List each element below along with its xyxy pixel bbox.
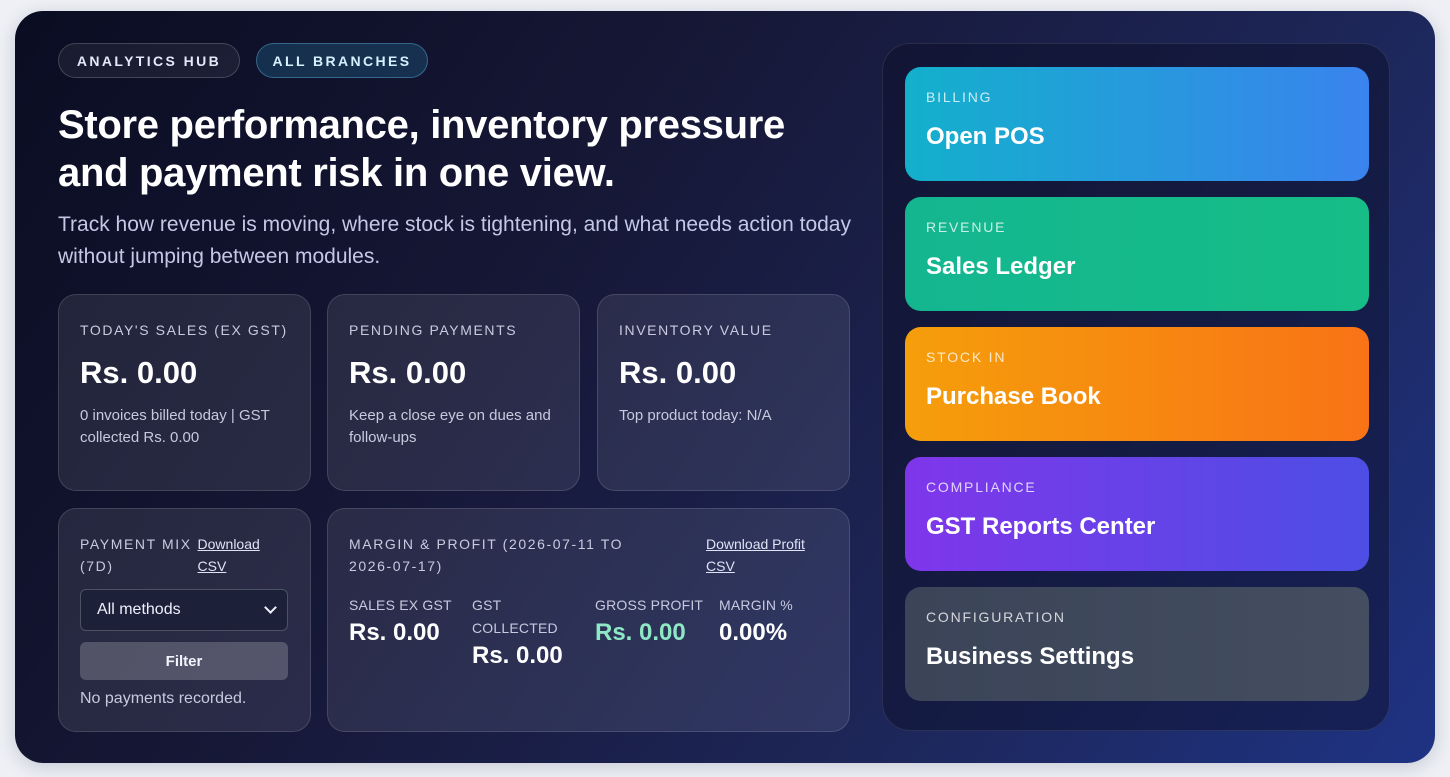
analytics-hero-panel: ANALYTICS HUB ALL BRANCHES Store perform… <box>15 11 1435 763</box>
download-profit-csv-link[interactable]: Download Profit CSV <box>706 533 828 577</box>
tile-title: Sales Ledger <box>926 253 1076 280</box>
gross-profit-stat: GROSS PROFIT Rs. 0.00 <box>595 594 715 647</box>
stat-label: GST COLLECTED <box>472 597 558 636</box>
tile-title: Open POS <box>926 123 1045 150</box>
tile-title: Business Settings <box>926 643 1135 670</box>
filter-button[interactable]: Filter <box>80 642 288 680</box>
stat-value: Rs. 0.00 <box>349 619 440 646</box>
chevron-down-icon <box>264 601 277 614</box>
quick-links-panel: BILLING Open POS REVENUE Sales Ledger ST… <box>882 43 1390 731</box>
todays-sales-card: TODAY'S SALES (EX GST) Rs. 0.00 0 invoic… <box>58 294 311 491</box>
all-branches-badge[interactable]: ALL BRANCHES <box>256 43 428 78</box>
analytics-hub-badge: ANALYTICS HUB <box>58 43 240 78</box>
page-subtitle: Track how revenue is moving, where stock… <box>58 213 851 268</box>
kpi-value: Rs. 0.00 <box>619 355 737 390</box>
kpi-value: Rs. 0.00 <box>349 355 467 390</box>
inventory-value-card: INVENTORY VALUE Rs. 0.00 Top product tod… <box>597 294 850 491</box>
payment-method-value: All methods <box>97 601 181 618</box>
pending-payments-card: PENDING PAYMENTS Rs. 0.00 Keep a close e… <box>327 294 580 491</box>
tile-title: Purchase Book <box>926 383 1101 410</box>
tile-kicker: CONFIGURATION <box>926 609 1066 625</box>
gst-collected-stat: GST COLLECTED Rs. 0.00 <box>472 594 572 670</box>
sales-ledger-tile[interactable]: REVENUE Sales Ledger <box>905 197 1369 311</box>
open-pos-tile[interactable]: BILLING Open POS <box>905 67 1369 181</box>
kpi-value: Rs. 0.00 <box>80 355 198 390</box>
tile-kicker: STOCK IN <box>926 349 1007 365</box>
tile-kicker: COMPLIANCE <box>926 479 1037 495</box>
stat-value: Rs. 0.00 <box>595 619 686 646</box>
kpi-note: Top product today: N/A <box>619 407 772 424</box>
kpi-label: PENDING PAYMENTS <box>349 322 518 338</box>
gst-reports-center-tile[interactable]: COMPLIANCE GST Reports Center <box>905 457 1369 571</box>
margin-percent-stat: MARGIN % 0.00% <box>719 594 829 647</box>
kpi-note: Keep a close eye on dues and follow-ups <box>349 407 551 446</box>
stat-label: SALES EX GST <box>349 597 452 613</box>
tile-title: GST Reports Center <box>926 513 1156 540</box>
stat-value: Rs. 0.00 <box>472 642 563 669</box>
payment-method-select[interactable]: All methods <box>80 589 288 631</box>
page-title: Store performance, inventory pressure an… <box>58 103 785 195</box>
sales-ex-gst-stat: SALES EX GST Rs. 0.00 <box>349 594 464 647</box>
payment-mix-label: PAYMENT MIX (7D) <box>80 536 192 574</box>
purchase-book-tile[interactable]: STOCK IN Purchase Book <box>905 327 1369 441</box>
payment-mix-empty-text: No payments recorded. <box>80 690 247 707</box>
margin-profit-label: MARGIN & PROFIT (2026-07-11 TO 2026-07-1… <box>349 536 624 574</box>
kpi-label: INVENTORY VALUE <box>619 322 773 338</box>
download-csv-link[interactable]: Download CSV <box>198 533 289 577</box>
tile-kicker: BILLING <box>926 89 993 105</box>
stat-value: 0.00% <box>719 619 788 646</box>
business-settings-tile[interactable]: CONFIGURATION Business Settings <box>905 587 1369 701</box>
tile-kicker: REVENUE <box>926 219 1007 235</box>
kpi-note: 0 invoices billed today | GST collected … <box>80 407 270 446</box>
margin-profit-card: MARGIN & PROFIT (2026-07-11 TO 2026-07-1… <box>327 508 850 732</box>
stat-label: GROSS PROFIT <box>595 597 704 613</box>
kpi-label: TODAY'S SALES (EX GST) <box>80 322 288 338</box>
payment-mix-card: PAYMENT MIX (7D) Download CSV All method… <box>58 508 311 732</box>
stat-label: MARGIN % <box>719 597 793 613</box>
